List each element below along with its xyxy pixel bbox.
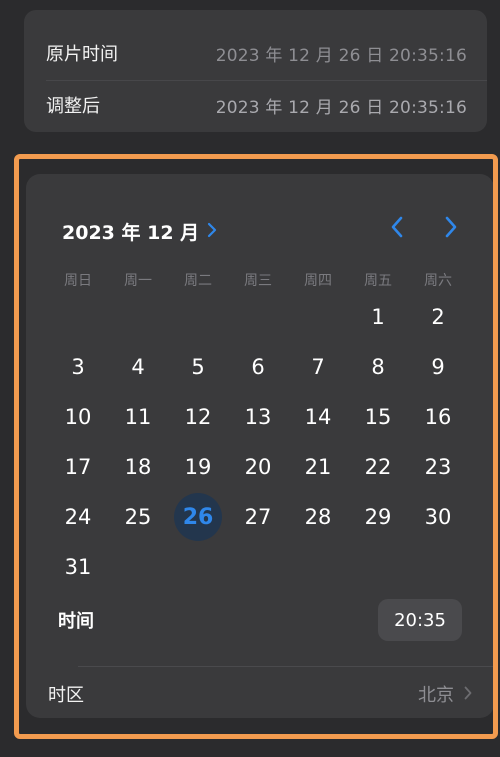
adjusted-time-value: 2023 年 12 月 26 日 20:35:16 <box>215 97 467 118</box>
adjusted-time-label: 调整后 <box>46 96 100 117</box>
highlight-frame <box>14 154 498 739</box>
original-time-label: 原片时间 <box>46 44 118 65</box>
original-time-value: 2023 年 12 月 26 日 20:35:16 <box>215 45 467 66</box>
adjusted-time-row: 调整后 2023 年 12 月 26 日 20:35:16 <box>24 80 487 130</box>
photo-time-info-card: 原片时间 2023 年 12 月 26 日 20:35:16 调整后 2023 … <box>24 10 487 132</box>
original-time-row: 原片时间 2023 年 12 月 26 日 20:35:16 <box>24 28 487 78</box>
